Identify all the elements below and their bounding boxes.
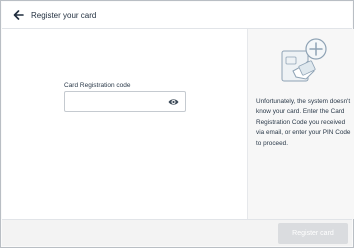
register-card-window: Register your card Card Registration cod… — [0, 0, 354, 248]
info-message: Unfortunately, the system doesn't know y… — [256, 98, 351, 147]
info-panel: Unfortunately, the system doesn't know y… — [247, 29, 354, 219]
main-panel — [2, 29, 247, 219]
card-code-input[interactable] — [69, 95, 167, 109]
back-button[interactable] — [10, 7, 26, 23]
eye-icon[interactable] — [168, 97, 179, 107]
card-code-field[interactable] — [64, 91, 186, 112]
card-code-label: Card Registration code — [64, 82, 131, 89]
footer-bar: Register card — [2, 219, 352, 246]
page-title: Register your card — [31, 10, 97, 20]
card-add-illustration — [281, 38, 327, 82]
header-bar: Register your card — [2, 2, 352, 29]
arrow-left-icon — [13, 10, 24, 20]
register-card-button[interactable]: Register card — [278, 223, 348, 244]
